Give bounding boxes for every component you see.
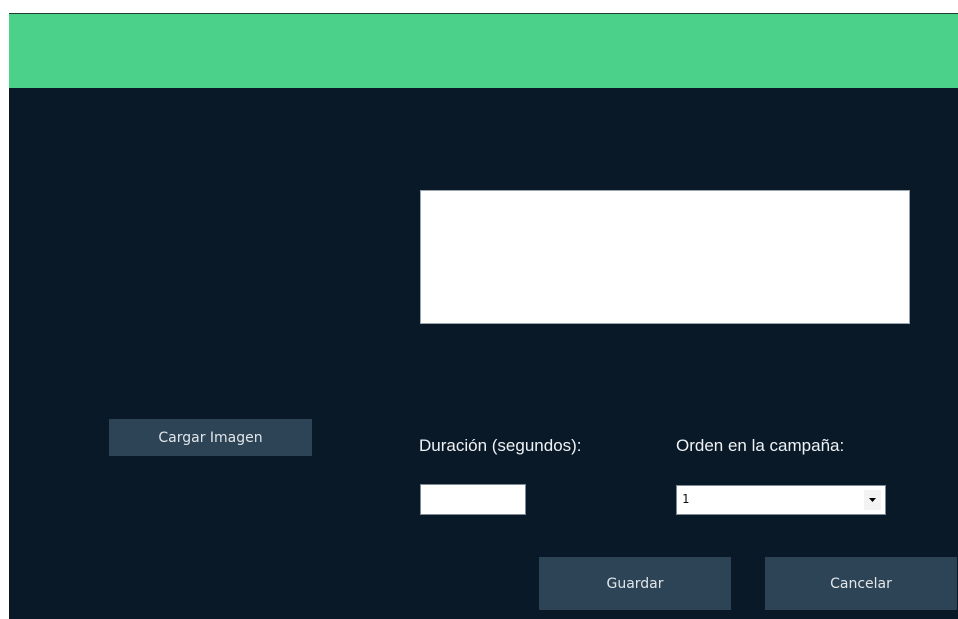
cancel-button[interactable]: Cancelar bbox=[765, 557, 957, 610]
duration-input[interactable] bbox=[420, 484, 526, 515]
dialog-window: Cargar Imagen Duración (segundos): Orden… bbox=[0, 0, 958, 619]
image-preview-area bbox=[420, 190, 910, 324]
save-button[interactable]: Guardar bbox=[539, 557, 731, 610]
campaign-order-select[interactable]: 1 bbox=[676, 485, 886, 515]
header-bar bbox=[9, 13, 958, 88]
chevron-down-icon[interactable] bbox=[864, 490, 881, 510]
campaign-order-selected-value: 1 bbox=[682, 492, 690, 506]
duration-label: Duración (segundos): bbox=[419, 436, 582, 455]
campaign-order-label: Orden en la campaña: bbox=[676, 436, 845, 455]
load-image-button[interactable]: Cargar Imagen bbox=[109, 419, 312, 456]
